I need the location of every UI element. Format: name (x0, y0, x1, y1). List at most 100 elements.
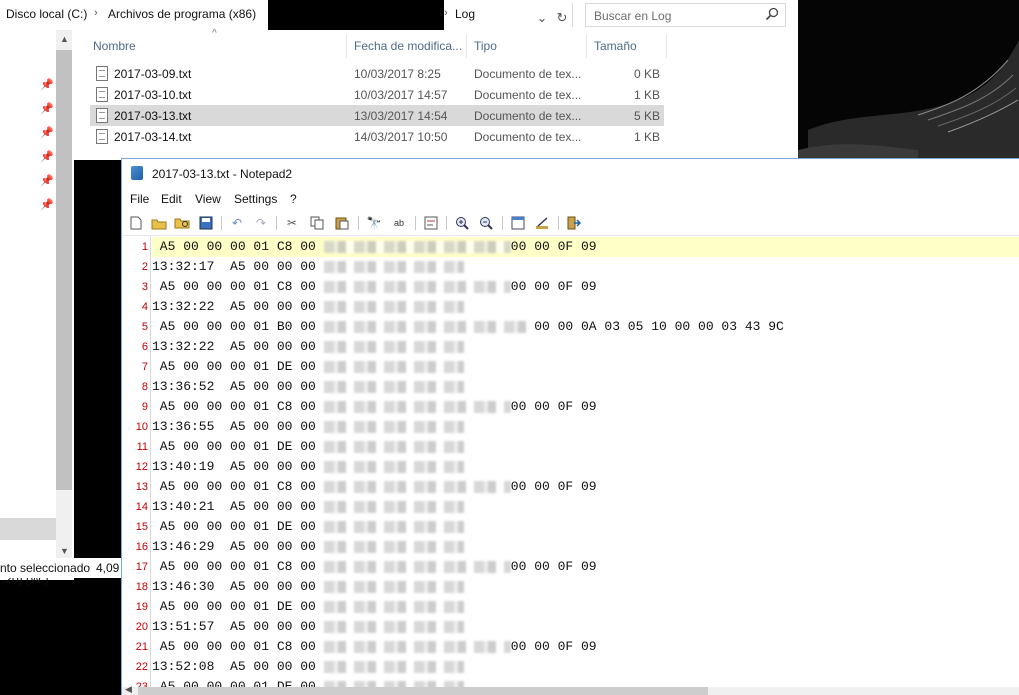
pin-icon[interactable]: 📌 (40, 126, 54, 139)
find-icon[interactable]: 🔭 (365, 214, 383, 232)
breadcrumb-chevron-icon[interactable]: › (94, 7, 98, 19)
column-header-date[interactable]: Fecha de modifica... (354, 39, 462, 53)
scroll-down-icon[interactable]: ▼ (60, 546, 69, 556)
code-text: A5 00 00 00 01 C8 00 (152, 559, 324, 574)
code-line[interactable]: 13:51:57 A5 00 00 00 (152, 617, 1019, 637)
code-line[interactable]: 13:32:22 A5 00 00 00 (152, 297, 1019, 317)
code-line[interactable]: A5 00 00 00 01 C8 00 00 00 0F 09 (152, 637, 1019, 657)
code-line[interactable]: 13:36:55 A5 00 00 00 (152, 417, 1019, 437)
code-text: A5 00 00 00 01 DE 00 (152, 599, 324, 614)
zoom-in-icon[interactable] (453, 214, 471, 232)
line-number: 11 (136, 441, 148, 453)
code-line[interactable]: 13:32:22 A5 00 00 00 (152, 337, 1019, 357)
file-row[interactable]: 2017-03-14.txt 14/03/2017 10:50 Document… (90, 126, 664, 147)
code-line[interactable]: 13:52:08 A5 00 00 00 (152, 657, 1019, 677)
copy-icon[interactable] (308, 214, 326, 232)
browse-icon[interactable] (173, 214, 191, 232)
line-number: 3 (141, 281, 148, 293)
search-input[interactable] (592, 6, 761, 25)
refresh-icon[interactable]: ↻ (550, 6, 574, 30)
code-line[interactable]: A5 00 00 00 01 DE 00 (152, 677, 1019, 687)
scheme-icon[interactable] (509, 214, 527, 232)
code-text: 00 00 0F 09 (510, 239, 597, 254)
column-header-type[interactable]: Tipo (474, 39, 497, 53)
code-line[interactable]: A5 00 00 00 01 B0 00 00 00 0A 03 05 10 0… (152, 317, 1019, 337)
search-box[interactable] (585, 3, 786, 27)
code-text: 13:46:29 A5 00 00 00 (152, 539, 324, 554)
pin-icon[interactable]: 📌 (40, 174, 54, 187)
file-row-selected[interactable]: 2017-03-13.txt 13/03/2017 14:54 Document… (90, 105, 664, 126)
breadcrumb-chevron-icon[interactable]: › (444, 7, 448, 19)
code-line[interactable]: 13:32:17 A5 00 00 00 (152, 257, 1019, 277)
code-text: A5 00 00 00 01 DE 00 (152, 359, 324, 374)
save-icon[interactable] (197, 214, 215, 232)
column-divider[interactable] (666, 34, 667, 58)
title-bar[interactable]: 2017-03-13.txt - Notepad2 (122, 159, 1019, 187)
code-line[interactable]: A5 00 00 00 01 DE 00 (152, 517, 1019, 537)
menu-settings[interactable]: Settings (234, 192, 277, 206)
file-row[interactable]: 2017-03-10.txt 10/03/2017 14:57 Document… (90, 84, 664, 105)
code-line[interactable]: A5 00 00 00 01 C8 00 00 00 0F 09 (152, 477, 1019, 497)
breadcrumb-local-disk[interactable]: Disco local (C:) (6, 7, 87, 21)
code-line[interactable]: A5 00 00 00 01 DE 00 (152, 597, 1019, 617)
code-line[interactable]: 13:40:21 A5 00 00 00 (152, 497, 1019, 517)
column-divider[interactable] (346, 34, 347, 58)
code-line[interactable]: 13:36:52 A5 00 00 00 (152, 377, 1019, 397)
cut-icon[interactable]: ✂ (283, 214, 301, 232)
breadcrumb-log[interactable]: Log (455, 7, 475, 21)
scrollbar-thumb[interactable] (56, 50, 72, 490)
address-bar: Disco local (C:) › Archivos de programa … (0, 0, 798, 30)
code-line[interactable]: A5 00 00 00 01 DE 00 (152, 437, 1019, 457)
code-text: 00 00 0F 09 (510, 279, 597, 294)
nav-item-selected[interactable] (0, 518, 56, 540)
column-header-size[interactable]: Tamaño (594, 39, 637, 53)
code-line[interactable]: A5 00 00 00 01 C8 00 00 00 0F 09 (152, 397, 1019, 417)
line-number: 9 (141, 401, 148, 413)
nav-scrollbar[interactable]: ▲ ▼ (56, 30, 72, 558)
code-line[interactable]: 13:40:19 A5 00 00 00 (152, 457, 1019, 477)
redacted-bytes (323, 241, 511, 253)
scroll-left-icon[interactable]: ◀ (125, 684, 132, 695)
word-wrap-icon[interactable] (422, 214, 440, 232)
open-folder-icon[interactable] (150, 214, 168, 232)
code-line[interactable]: A5 00 00 00 01 DE 00 (152, 357, 1019, 377)
search-icon[interactable] (765, 7, 779, 21)
pin-icon[interactable]: 📌 (40, 150, 54, 163)
code-line[interactable]: 13:46:29 A5 00 00 00 (152, 537, 1019, 557)
menu-help[interactable]: ? (290, 192, 297, 206)
redacted-bytes (323, 541, 464, 553)
column-divider[interactable] (466, 34, 467, 58)
scroll-up-icon[interactable]: ▲ (60, 34, 69, 44)
menu-edit[interactable]: Edit (161, 192, 182, 206)
code-line[interactable]: A5 00 00 00 01 C8 00 00 00 0F 09 (152, 277, 1019, 297)
exit-icon[interactable] (565, 214, 583, 232)
text-file-icon (96, 108, 108, 123)
breadcrumb-program-files[interactable]: Archivos de programa (x86) (108, 7, 256, 21)
pin-icon[interactable]: 📌 (40, 78, 54, 91)
menu-file[interactable]: File (130, 192, 149, 206)
replace-icon[interactable]: ab (390, 214, 408, 232)
customize-icon[interactable] (533, 214, 551, 232)
code-text: 13:32:17 A5 00 00 00 (152, 259, 324, 274)
line-number: 15 (135, 521, 148, 533)
column-header-name[interactable]: Nombre (93, 39, 136, 53)
text-editor[interactable]: 1 2 3 4 5 6 7 8 9 10 11 12 13 14 15 16 17 18 19 20 21 22 23 A5… (122, 236, 1019, 687)
menu-bar: File Edit View Settings ? (122, 189, 1019, 209)
zoom-out-icon[interactable] (477, 214, 495, 232)
paste-icon[interactable] (333, 214, 351, 232)
line-number: 22 (135, 661, 148, 673)
file-row[interactable]: 2017-03-09.txt 10/03/2017 8:25 Documento… (90, 63, 664, 84)
menu-view[interactable]: View (195, 192, 221, 206)
new-file-icon[interactable] (127, 214, 145, 232)
redacted-bytes (323, 581, 464, 593)
code-line-current[interactable]: A5 00 00 00 01 C8 00 00 00 0F 09 (152, 237, 1019, 257)
pin-icon[interactable]: 📌 (40, 102, 54, 115)
column-divider[interactable] (586, 34, 587, 58)
code-line[interactable]: 13:46:30 A5 00 00 00 (152, 577, 1019, 597)
redo-icon[interactable]: ↷ (252, 214, 270, 232)
redacted-bytes (323, 601, 464, 613)
undo-icon[interactable]: ↶ (228, 214, 246, 232)
line-number: 8 (141, 381, 148, 393)
pin-icon[interactable]: 📌 (40, 198, 54, 211)
code-line[interactable]: A5 00 00 00 01 C8 00 00 00 0F 09 (152, 557, 1019, 577)
